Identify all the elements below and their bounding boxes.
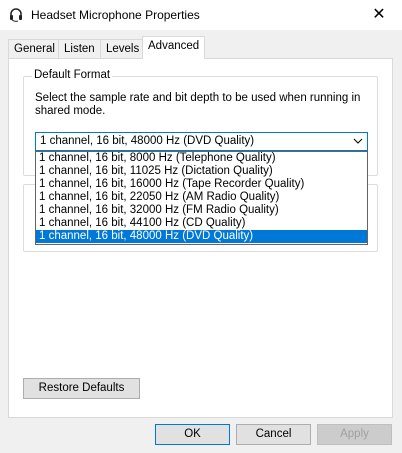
ok-button[interactable]: OK <box>155 424 230 445</box>
format-option[interactable]: 1 channel, 16 bit, 44100 Hz (CD Quality) <box>36 217 367 230</box>
selected-format-value: 1 channel, 16 bit, 48000 Hz (DVD Quality… <box>40 135 255 147</box>
format-option[interactable]: 1 channel, 16 bit, 22050 Hz (AM Radio Qu… <box>36 191 367 204</box>
close-button[interactable]: ✕ <box>356 0 402 30</box>
chevron-down-icon[interactable] <box>353 133 363 150</box>
format-option-selected[interactable]: 1 channel, 16 bit, 48000 Hz (DVD Quality… <box>36 230 367 243</box>
window-title: Headset Microphone Properties <box>31 8 200 22</box>
tab-general[interactable]: General <box>8 39 61 58</box>
format-option[interactable]: 1 channel, 16 bit, 11025 Hz (Dictation Q… <box>36 165 367 178</box>
format-option[interactable]: 1 channel, 16 bit, 16000 Hz (Tape Record… <box>36 178 367 191</box>
default-format-label: Default Format <box>32 69 113 81</box>
title-bar: Headset Microphone Properties ✕ <box>0 0 402 30</box>
format-description: Select the sample rate and bit depth to … <box>35 92 361 117</box>
tab-listen[interactable]: Listen <box>58 39 101 58</box>
headset-icon <box>8 7 24 23</box>
tab-advanced[interactable]: Advanced <box>142 36 206 59</box>
cancel-button[interactable]: Cancel <box>236 424 311 445</box>
restore-defaults-button[interactable]: Restore Defaults <box>23 378 140 399</box>
default-format-select[interactable]: 1 channel, 16 bit, 48000 Hz (DVD Quality… <box>35 132 368 151</box>
format-option[interactable]: 1 channel, 16 bit, 32000 Hz (FM Radio Qu… <box>36 204 367 217</box>
apply-button[interactable]: Apply <box>317 424 392 445</box>
format-dropdown-list: 1 channel, 16 bit, 8000 Hz (Telephone Qu… <box>35 151 368 245</box>
tab-levels[interactable]: Levels <box>100 39 146 58</box>
format-option[interactable]: 1 channel, 16 bit, 8000 Hz (Telephone Qu… <box>36 152 367 165</box>
